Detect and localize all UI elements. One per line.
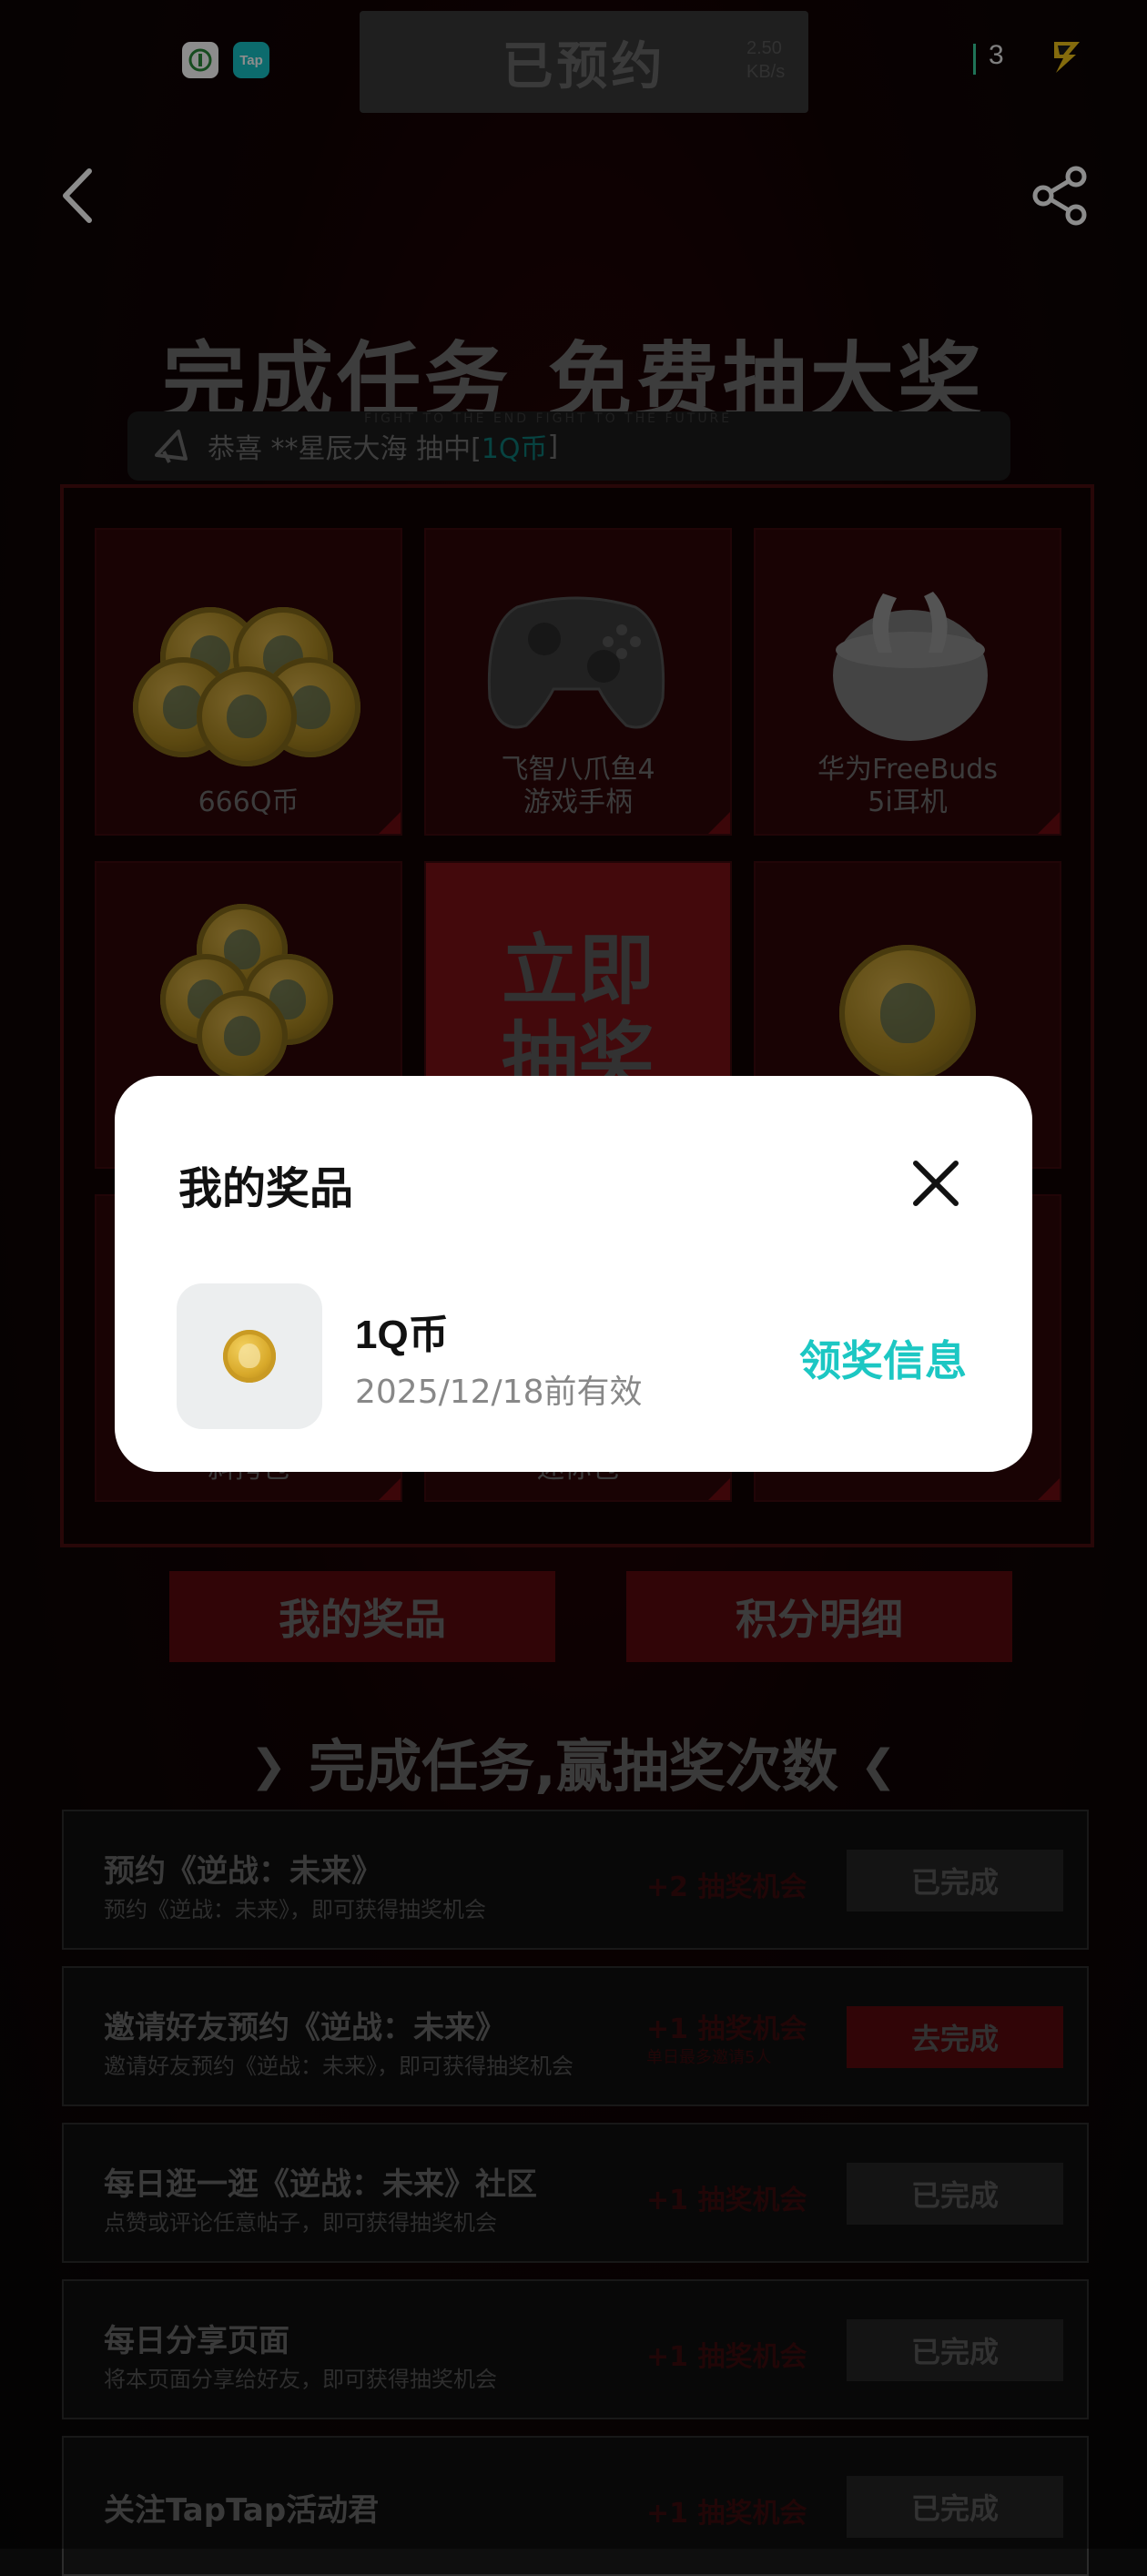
prize-name: 1Q币 — [355, 1302, 449, 1360]
prize-name-amount: 1Q — [355, 1313, 409, 1357]
close-icon[interactable] — [910, 1158, 961, 1209]
my-prizes-modal: 我的奖品 1Q币 2025/12/18前有效 领奖信息 — [115, 1076, 1032, 1472]
prize-thumbnail — [177, 1283, 322, 1429]
prize-expiry: 2025/12/18前有效 — [355, 1374, 643, 1411]
claim-info-button[interactable]: 领奖信息 — [799, 1328, 967, 1388]
modal-title: 我的奖品 — [178, 1163, 354, 1214]
prize-name-unit: 币 — [408, 1312, 449, 1358]
qcoin-icon — [223, 1330, 276, 1383]
